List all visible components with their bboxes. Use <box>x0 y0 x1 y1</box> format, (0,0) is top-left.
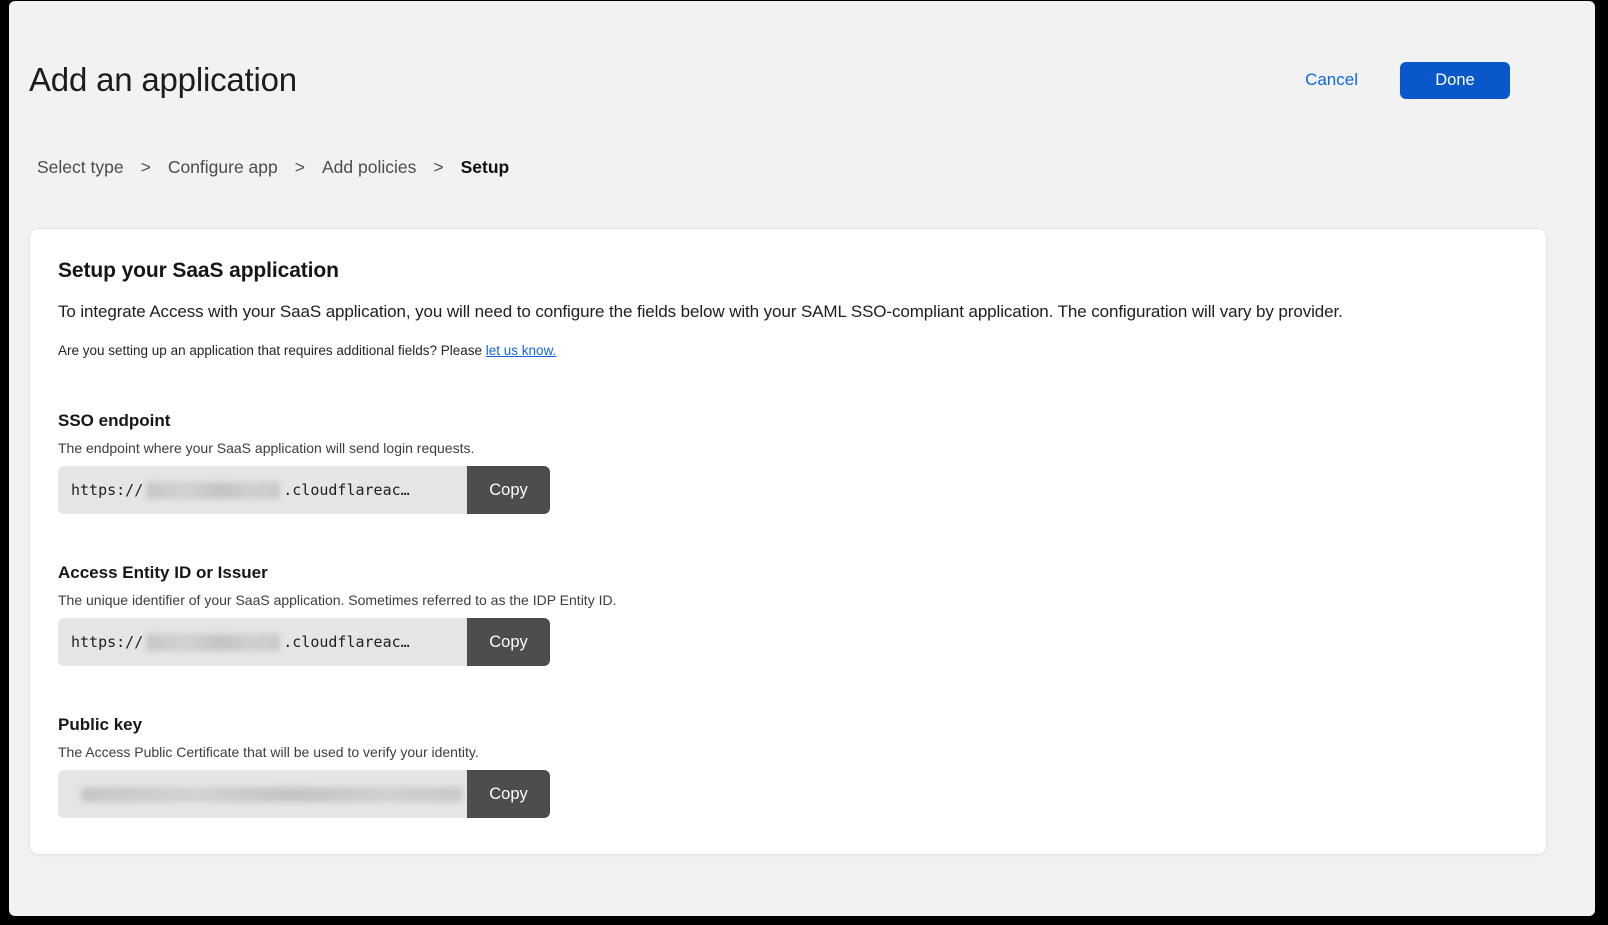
breadcrumb-separator: > <box>295 157 305 178</box>
page-header: Add an application Cancel Done <box>29 61 1575 99</box>
field-value-prefix: https:// <box>71 481 143 499</box>
setup-card: Setup your SaaS application To integrate… <box>29 228 1547 855</box>
field-label: Access Entity ID or Issuer <box>58 563 1518 583</box>
field-description: The endpoint where your SaaS application… <box>58 440 1518 456</box>
field-value-box: https:// .cloudflareac… <box>58 618 467 666</box>
redacted-value <box>146 634 280 651</box>
copy-button[interactable]: Copy <box>467 618 550 666</box>
setup-field: SSO endpoint The endpoint where your Saa… <box>58 411 1518 514</box>
field-value-row: https:// .cloudflareac… Copy <box>58 618 550 666</box>
card-note: Are you setting up an application that r… <box>58 343 1518 358</box>
breadcrumb-step-select-type[interactable]: Select type <box>37 157 124 178</box>
copy-button[interactable]: Copy <box>467 466 550 514</box>
setup-field: Public key The Access Public Certificate… <box>58 715 1518 818</box>
copy-button[interactable]: Copy <box>467 770 550 818</box>
header-actions: Cancel Done <box>1305 62 1575 99</box>
field-label: Public key <box>58 715 1518 735</box>
field-value-box: https:// .cloudflareac… <box>58 466 467 514</box>
field-value-box <box>58 770 467 818</box>
card-note-text: Are you setting up an application that r… <box>58 343 486 358</box>
let-us-know-link[interactable]: let us know. <box>486 343 557 358</box>
fields-container: SSO endpoint The endpoint where your Saa… <box>58 411 1518 818</box>
field-description: The unique identifier of your SaaS appli… <box>58 592 1518 608</box>
done-button[interactable]: Done <box>1400 62 1510 99</box>
card-title: Setup your SaaS application <box>58 259 1518 283</box>
field-value-suffix: .cloudflareac… <box>283 633 409 651</box>
field-value-suffix: .cloudflareac… <box>283 481 409 499</box>
page-title: Add an application <box>29 61 297 99</box>
card-intro-text: To integrate Access with your SaaS appli… <box>58 302 1518 322</box>
redacted-value <box>146 482 280 499</box>
setup-field: Access Entity ID or Issuer The unique id… <box>58 563 1518 666</box>
breadcrumb-step-setup[interactable]: Setup <box>461 157 510 178</box>
breadcrumb: Select type > Configure app > Add policies > S… <box>37 157 1595 178</box>
field-value-prefix: https:// <box>71 633 143 651</box>
breadcrumb-step-add-policies[interactable]: Add policies <box>322 157 416 178</box>
breadcrumb-separator: > <box>433 157 443 178</box>
breadcrumb-step-configure-app[interactable]: Configure app <box>168 157 278 178</box>
redacted-value <box>81 787 463 802</box>
cancel-button[interactable]: Cancel <box>1305 70 1358 90</box>
field-value-row: https:// .cloudflareac… Copy <box>58 466 550 514</box>
app-screen: Add an application Cancel Done Select ty… <box>9 1 1595 916</box>
breadcrumb-separator: > <box>141 157 151 178</box>
field-label: SSO endpoint <box>58 411 1518 431</box>
field-description: The Access Public Certificate that will … <box>58 744 1518 760</box>
field-value-row: Copy <box>58 770 550 818</box>
